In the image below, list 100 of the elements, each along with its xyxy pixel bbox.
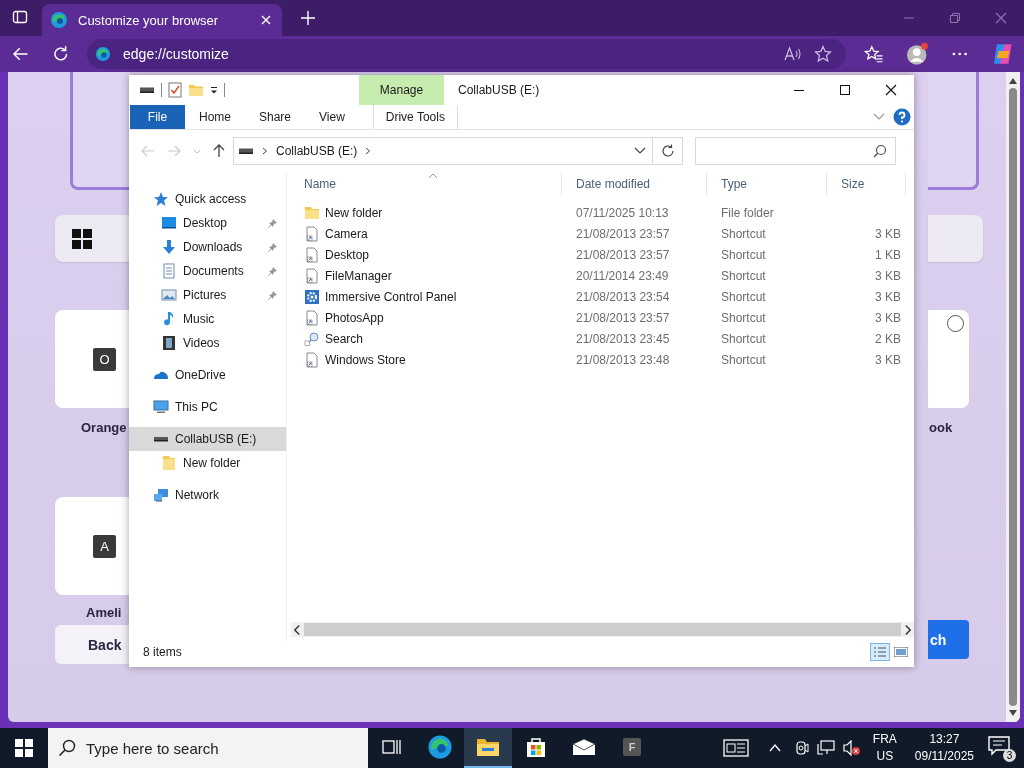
browser-tab[interactable]: Customize your browser [42, 4, 282, 36]
address-field[interactable]: CollabUSB (E:) [233, 137, 653, 165]
navigation-item[interactable]: Desktop [129, 211, 286, 235]
properties-icon[interactable] [168, 82, 182, 98]
news-icon[interactable] [722, 739, 749, 757]
tab-title: Customize your browser [78, 12, 220, 28]
contextual-ribbon-tab[interactable]: Drive Tools [372, 105, 458, 129]
navigation-item[interactable]: Videos [129, 331, 286, 355]
navigation-label: Music [183, 312, 215, 326]
scroll-up-icon[interactable] [1009, 78, 1017, 84]
ribbon-tab[interactable]: Home [185, 105, 245, 129]
item-count: 8 items [143, 645, 182, 659]
back-button[interactable]: Back [55, 625, 129, 664]
drive-icon[interactable] [139, 87, 155, 93]
navigation-item[interactable]: Documents [129, 259, 286, 283]
volume-muted-icon[interactable] [842, 740, 861, 756]
edge-icon [427, 734, 453, 760]
key-badge: O [93, 347, 116, 371]
horizontal-scrollbar[interactable] [291, 622, 914, 637]
scroll-down-icon[interactable] [1009, 710, 1017, 716]
navigation-label: Quick access [175, 192, 247, 206]
refresh-button[interactable] [653, 137, 683, 165]
option-card[interactable]: A [55, 497, 129, 595]
option-card[interactable]: O [55, 310, 129, 408]
url-text: edge://customize [123, 46, 229, 62]
input-language-indicator[interactable]: FRA US [872, 731, 897, 765]
navigation-item[interactable]: CollabUSB (E:) [129, 427, 286, 451]
drive-icon [238, 148, 254, 154]
navigation-item[interactable]: Downloads [129, 235, 286, 259]
address-bar[interactable]: edge://customize [87, 39, 847, 69]
chevron-up-icon[interactable] [768, 744, 781, 752]
pin-icon[interactable] [268, 242, 278, 252]
favorite-star-icon[interactable] [814, 45, 833, 63]
date-cell-text: 21/08/2013 23:57 [575, 226, 671, 241]
file-name[interactable]: Immersive Control Panel [325, 289, 457, 304]
navigation-label: This PC [175, 400, 218, 414]
new-tab-icon[interactable] [300, 10, 316, 26]
file-name[interactable]: Camera [325, 226, 368, 241]
navigation-item[interactable]: New folder [129, 451, 286, 475]
file-name[interactable]: PhotosApp [325, 310, 384, 325]
tab-actions-icon[interactable] [12, 9, 28, 25]
file-name[interactable]: Windows Store [325, 352, 406, 367]
file-name[interactable]: New folder [325, 205, 383, 220]
type-cell-text: Shortcut [720, 226, 767, 241]
size-cell-text: 3 KB [874, 226, 902, 241]
column-header[interactable]: Size [827, 173, 906, 195]
navigation-item[interactable]: This PC [129, 395, 286, 419]
column-header[interactable]: Name [291, 173, 562, 195]
file-name[interactable]: FileManager [325, 268, 392, 283]
read-aloud-icon[interactable] [784, 46, 803, 62]
navigation-item[interactable]: Network [129, 483, 286, 507]
favorites-icon[interactable] [864, 45, 884, 63]
language-code: FRA [872, 731, 897, 748]
file-tab[interactable]: File [130, 105, 185, 129]
dropdown-caret-icon[interactable] [634, 147, 646, 155]
scroll-right-icon[interactable] [905, 624, 911, 635]
search-icon [873, 144, 887, 158]
camera-icon[interactable] [794, 740, 809, 756]
expand-ribbon-icon[interactable] [873, 113, 885, 121]
navigation-item[interactable]: Pictures [129, 283, 286, 307]
column-header[interactable]: Date modified [562, 173, 707, 195]
large-icons-view-icon[interactable] [894, 647, 908, 657]
ribbon-tab[interactable]: View [305, 105, 359, 129]
start-windows-icon[interactable] [15, 739, 33, 757]
column-header[interactable]: Type [707, 173, 827, 195]
restore-icon[interactable] [949, 12, 961, 24]
option-card[interactable] [55, 215, 129, 262]
navigation-item[interactable]: Quick access [129, 187, 286, 211]
ribbon-tab[interactable]: Share [245, 105, 306, 129]
file-name[interactable]: Search [325, 331, 364, 346]
scrollbar[interactable] [1006, 72, 1020, 722]
taskbar-app[interactable] [464, 728, 512, 768]
file-name[interactable]: Desktop [325, 247, 370, 262]
search-field[interactable] [695, 137, 896, 165]
scroll-left-icon[interactable] [294, 624, 300, 635]
breadcrumb-item[interactable]: CollabUSB (E:) [276, 144, 358, 158]
profile-avatar-icon[interactable] [905, 42, 930, 66]
drive-icon [153, 436, 169, 442]
help-icon[interactable] [893, 108, 911, 126]
star-icon [153, 191, 169, 207]
edge-icon [50, 11, 68, 29]
navigation-item[interactable]: OneDrive [129, 363, 286, 387]
up-arrow-icon[interactable] [213, 144, 225, 158]
picture-icon [161, 287, 177, 303]
taskbar-app[interactable]: F [608, 728, 656, 768]
pin-icon[interactable] [268, 218, 278, 228]
pin-icon[interactable] [268, 290, 278, 300]
next-button[interactable]: ch [928, 620, 969, 659]
back-arrow-icon[interactable] [12, 45, 30, 63]
radio-button[interactable] [947, 315, 964, 332]
clock[interactable]: 13:27 09/11/2025 [914, 731, 974, 765]
pin-icon[interactable] [268, 266, 278, 276]
customize-caret-icon[interactable] [210, 86, 218, 94]
refresh-icon[interactable] [51, 45, 70, 63]
navigation-label: Desktop [183, 216, 228, 230]
navigation-item[interactable]: Music [129, 307, 286, 331]
search-placeholder: Type here to search [86, 739, 219, 757]
network-icon[interactable] [816, 740, 835, 756]
more-icon[interactable] [951, 52, 969, 56]
taskbar-search-field[interactable]: Type here to search [48, 728, 368, 768]
